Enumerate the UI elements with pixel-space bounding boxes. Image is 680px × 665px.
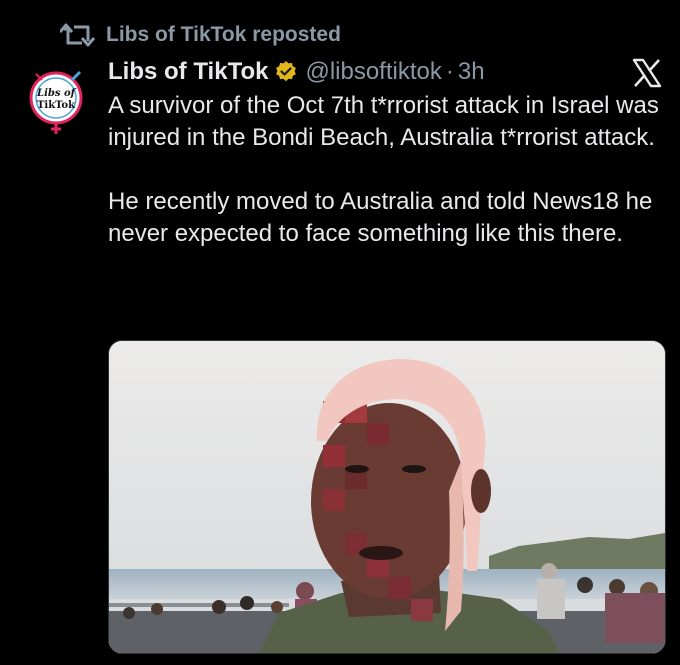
tweet-photo[interactable] [108,340,666,654]
tweet-paragraph: He recently moved to Australia and told … [108,188,653,247]
avatar-text-top: Libs of [36,88,77,99]
avatar[interactable]: Libs of TikTok [28,70,84,136]
x-logo-icon [632,58,662,88]
repost-indicator[interactable]: Libs of TikTok reposted [58,20,341,50]
photo-railing [109,603,289,607]
photo-person-eye-left [345,465,369,473]
photo-person-mouth [359,546,403,560]
repost-label: Libs of TikTok reposted [106,23,341,46]
tweet-text: A survivor of the Oct 7th t*rrorist atta… [108,90,668,250]
verified-badge-icon[interactable] [274,60,298,84]
separator-dot: · [445,58,454,85]
display-name[interactable]: Libs of TikTok [108,58,268,86]
repost-icon [58,23,96,47]
avatar-text-bottom: TikTok [37,100,76,111]
author-handle[interactable]: @libsoftiktok [305,58,441,86]
tweet-header: Libs of TikTok @libsoftiktok · 3h [108,55,660,89]
photo-person-eye-right [402,465,426,473]
photo-person-ear [471,469,491,513]
post-time[interactable]: 3h [458,58,485,86]
tweet-paragraph: A survivor of the Oct 7th t*rrorist atta… [108,92,659,151]
